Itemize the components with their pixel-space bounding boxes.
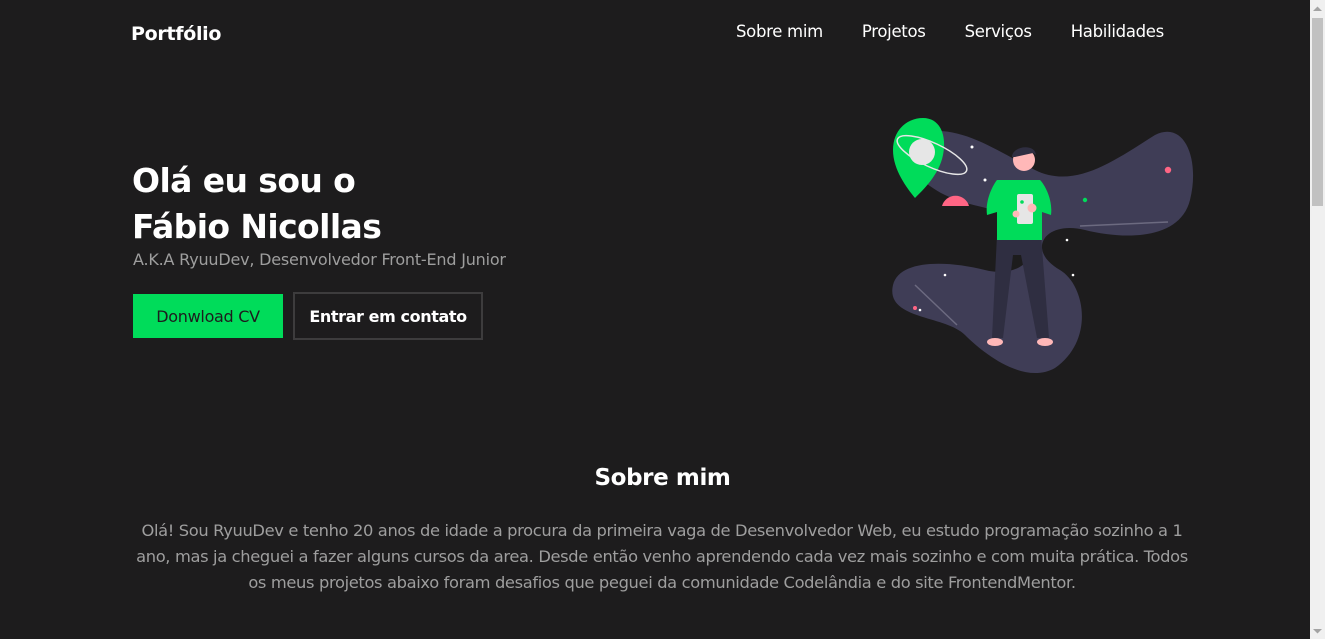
page: Portfólio Sobre mim Projetos Serviços Ha… <box>0 0 1325 639</box>
scroll-up-arrow-icon[interactable] <box>1310 0 1325 17</box>
about-text: Olá! Sou RyuuDev e tenho 20 anos de idad… <box>136 521 1188 592</box>
logo[interactable]: Portfólio <box>131 23 221 45</box>
astronaut-phone-illustration-icon <box>892 118 1194 374</box>
contact-button[interactable]: Entrar em contato <box>293 292 483 340</box>
hero-title: Olá eu sou o Fábio Nicollas <box>132 158 382 250</box>
main-nav: Sobre mim Projetos Serviços Habilidades <box>736 22 1164 41</box>
download-cv-button[interactable]: Donwload CV <box>133 294 283 338</box>
nav-link-sobre-mim[interactable]: Sobre mim <box>736 22 823 41</box>
hero-title-line1: Olá eu sou o <box>132 161 356 200</box>
main-content: Portfólio Sobre mim Projetos Serviços Ha… <box>0 0 1310 639</box>
scrollbar-thumb[interactable] <box>1312 18 1323 206</box>
nav-link-habilidades[interactable]: Habilidades <box>1071 22 1165 41</box>
vertical-scrollbar[interactable] <box>1310 0 1325 639</box>
nav-link-servicos[interactable]: Serviços <box>965 22 1032 41</box>
hero-title-line2: Fábio Nicollas <box>132 207 382 246</box>
nav-link-projetos[interactable]: Projetos <box>862 22 926 41</box>
hero-subtitle: A.K.A RyuuDev, Desenvolvedor Front-End J… <box>133 250 506 269</box>
about-title: Sobre mim <box>594 465 731 491</box>
scroll-down-arrow-icon[interactable] <box>1310 622 1325 639</box>
